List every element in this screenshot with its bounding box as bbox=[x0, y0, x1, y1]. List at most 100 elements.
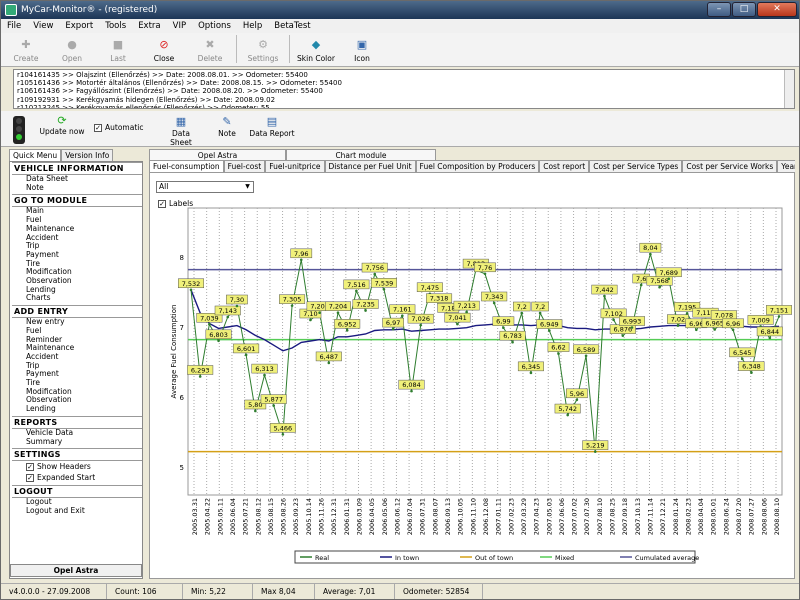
sidebar-item-charts[interactable]: Charts bbox=[12, 294, 142, 303]
x-tick-label: 2008.05.01 bbox=[710, 498, 718, 535]
data-label: 7,2 bbox=[517, 303, 527, 311]
menu-help[interactable]: Help bbox=[243, 19, 262, 33]
tab-fuel-consumption[interactable]: Fuel-consumption bbox=[149, 160, 224, 172]
icon-button[interactable]: ▣ Icon bbox=[339, 33, 385, 65]
data-label: 6,844 bbox=[761, 328, 780, 336]
x-tick-label: 2005.07.21 bbox=[242, 498, 250, 535]
menu-options[interactable]: Options bbox=[198, 19, 231, 33]
status-count: Count: 106 bbox=[107, 584, 183, 599]
data-sheet-button[interactable]: ▦ Data Sheet bbox=[161, 115, 201, 147]
close-button[interactable]: ⊘ Close bbox=[141, 33, 187, 65]
data-label: 7,532 bbox=[182, 280, 201, 288]
checkbox-show-headers[interactable]: ✓ Show Headers bbox=[12, 461, 142, 472]
x-tick-label: 2005.12.31 bbox=[330, 498, 338, 535]
create-button[interactable]: ✚ Create bbox=[3, 33, 49, 65]
x-tick-label: 2006.10.05 bbox=[457, 498, 465, 535]
data-label: 7,689 bbox=[659, 269, 678, 277]
data-point bbox=[676, 324, 680, 327]
note-button[interactable]: ✎ Note bbox=[213, 115, 241, 138]
last-icon: ■ bbox=[112, 38, 124, 51]
data-label: 6,783 bbox=[503, 332, 522, 340]
tab-quick-menu[interactable]: Quick Menu bbox=[9, 149, 62, 161]
data-label: 7,026 bbox=[411, 315, 430, 323]
sidebar-item-logout-and-exit[interactable]: Logout and Exit bbox=[12, 506, 142, 516]
update-now-button[interactable]: ⟳ Update now bbox=[37, 115, 87, 137]
data-label: 6,487 bbox=[320, 353, 339, 361]
open-button[interactable]: ● Open bbox=[49, 33, 95, 65]
section-reports: REPORTS bbox=[12, 415, 142, 429]
maximize-button[interactable]: □ bbox=[732, 2, 756, 17]
data-label: 6,952 bbox=[338, 320, 357, 328]
tab-fuel-composition-by-producers[interactable]: Fuel Composition by Producers bbox=[415, 160, 540, 172]
data-report-button[interactable]: ▤ Data Report bbox=[249, 115, 295, 138]
sidebar-item-summary[interactable]: Summary bbox=[12, 437, 142, 447]
automatic-label: Automatic bbox=[105, 123, 144, 132]
x-tick-label: 2005.09.23 bbox=[292, 498, 300, 535]
main-toolbar: ✚ Create ● Open ■ Last ⊘ Close ✖ Delete ⚙ Settings ◆… bbox=[1, 33, 799, 67]
data-label: 6,97 bbox=[386, 319, 400, 327]
left-tabs: Quick Menu Version Info bbox=[9, 149, 114, 161]
gear-icon: ⚙ bbox=[258, 38, 268, 51]
x-tick-label: 2007.06.06 bbox=[558, 498, 566, 535]
last-button[interactable]: ■ Last bbox=[95, 33, 141, 65]
sidebar-item-lending[interactable]: Lending bbox=[12, 404, 142, 414]
status-bar: v4.0.0.0 - 27.09.2008 Count: 106 Min: 5,… bbox=[1, 583, 799, 599]
data-point bbox=[538, 311, 542, 315]
menu-export[interactable]: Export bbox=[65, 19, 93, 33]
app-icon bbox=[5, 4, 17, 16]
data-point bbox=[309, 318, 312, 322]
data-label: 6,293 bbox=[191, 366, 210, 374]
skin-color-button[interactable]: ◆ Skin Color bbox=[293, 33, 339, 65]
tab-fuel-unitprice[interactable]: Fuel-unitprice bbox=[265, 160, 325, 172]
data-point bbox=[410, 389, 413, 393]
tab-cost-per-service-works[interactable]: Cost per Service Works bbox=[682, 160, 778, 172]
tab-yearly-report[interactable]: Yearly Report bbox=[777, 160, 795, 172]
data-point bbox=[373, 272, 377, 276]
log-scrollbar[interactable] bbox=[784, 70, 794, 108]
toolbar-separator bbox=[289, 35, 290, 63]
x-tick-label: 2007.04.23 bbox=[533, 498, 541, 535]
x-tick-label: 2006.08.07 bbox=[431, 498, 439, 535]
legend-item-cumulated-average: Cumulated average bbox=[635, 554, 699, 562]
x-tick-label: 2007.07.30 bbox=[583, 498, 591, 535]
data-point bbox=[713, 328, 716, 331]
data-point bbox=[401, 314, 404, 318]
window-close-button[interactable]: ✕ bbox=[757, 2, 797, 17]
menu-betatest[interactable]: BetaTest bbox=[274, 19, 310, 33]
delete-button[interactable]: ✖ Delete bbox=[187, 33, 233, 65]
data-point bbox=[318, 311, 321, 315]
x-tick-label: 2006.03.09 bbox=[355, 498, 363, 535]
sidebar-vehicle-name: Opel Astra bbox=[10, 564, 142, 577]
menu-view[interactable]: View bbox=[33, 19, 53, 33]
sidebar-item-note[interactable]: Note bbox=[12, 183, 142, 193]
menu-vip[interactable]: VIP bbox=[173, 19, 186, 33]
data-point bbox=[658, 285, 661, 289]
tab-fuel-cost[interactable]: Fuel-cost bbox=[223, 160, 266, 172]
data-point bbox=[529, 371, 533, 375]
open-icon: ● bbox=[67, 38, 77, 51]
menu-extra[interactable]: Extra bbox=[138, 19, 160, 33]
menu-file[interactable]: File bbox=[7, 19, 21, 33]
checkbox-expanded-start[interactable]: ✓ Expanded Start bbox=[12, 472, 142, 483]
status-min: Min: 5,22 bbox=[183, 584, 253, 599]
tab-cost-report[interactable]: Cost report bbox=[539, 160, 590, 172]
tab-cost-per-service-types[interactable]: Cost per Service Types bbox=[589, 160, 683, 172]
tab-version-info[interactable]: Version Info bbox=[61, 149, 114, 161]
note-label: Note bbox=[218, 129, 236, 138]
x-tick-label: 2007.09.18 bbox=[621, 498, 629, 535]
x-tick-label: 2008.01.24 bbox=[672, 498, 680, 535]
chart-tabs: Fuel-consumption Fuel-cost Fuel-unitprice D… bbox=[149, 160, 795, 173]
automatic-checkbox[interactable]: ✓ Automatic bbox=[94, 123, 143, 132]
quick-menu-sidebar: VEHICLE INFORMATION Data Sheet Note GO TO M… bbox=[9, 161, 143, 579]
x-tick-label: 2007.07.02 bbox=[571, 498, 579, 535]
data-point bbox=[226, 315, 230, 319]
x-tick-label: 2007.08.10 bbox=[596, 498, 604, 535]
x-tick-label: 2005.05.11 bbox=[216, 498, 224, 535]
skin-color-label: Skin Color bbox=[297, 54, 335, 63]
minimize-button[interactable]: – bbox=[707, 2, 731, 17]
menu-tools[interactable]: Tools bbox=[105, 19, 126, 33]
settings-button[interactable]: ⚙ Settings bbox=[240, 33, 286, 65]
create-label: Create bbox=[13, 54, 39, 63]
x-tick-label: 2006.07.04 bbox=[406, 498, 414, 535]
tab-distance-per-fuel-unit[interactable]: Distance per Fuel Unit bbox=[324, 160, 416, 172]
